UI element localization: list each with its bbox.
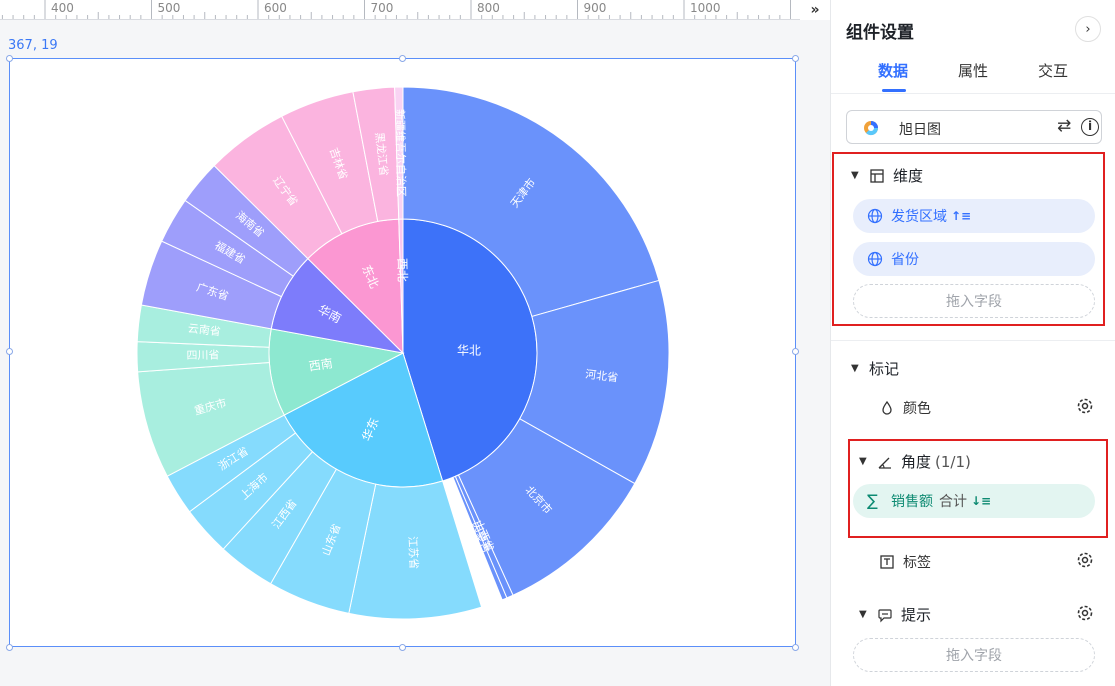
chevron-down-icon: ▼	[859, 609, 867, 620]
dimension-section-header[interactable]: ▼ 维度	[851, 165, 923, 186]
chevron-down-icon: ▼	[851, 170, 859, 181]
gear-icon[interactable]	[1075, 603, 1095, 623]
dimension-field-region[interactable]: 发货区域 ↑≡	[853, 199, 1095, 233]
field-label: 省份	[891, 252, 919, 268]
resize-handle-t[interactable]	[399, 55, 406, 62]
field-label: 发货区域	[891, 209, 947, 225]
ruler-tick-label: 1000	[690, 1, 721, 15]
ruler-tick-label: 500	[158, 1, 181, 15]
resize-handle-tr[interactable]	[792, 55, 799, 62]
resize-handle-tl[interactable]	[6, 55, 13, 62]
ruler-tick-label: 700	[371, 1, 394, 15]
settings-tabs: 数据 属性 交互	[831, 56, 1115, 94]
outer-slice-label: 江苏省	[406, 536, 421, 570]
sunburst-chart-icon	[864, 121, 879, 136]
angle-title: 角度	[901, 453, 932, 471]
expand-panel-icon[interactable]: »	[800, 0, 830, 20]
resize-handle-br[interactable]	[792, 644, 799, 651]
dimension-field-province[interactable]: 省份	[853, 242, 1095, 276]
tab-data[interactable]: 数据	[878, 60, 908, 81]
sort-descending-icon[interactable]: ↓≡	[971, 494, 991, 508]
text-label-icon	[880, 555, 894, 569]
globe-icon	[867, 208, 883, 224]
resize-handle-bl[interactable]	[6, 644, 13, 651]
chevron-down-icon: ▼	[859, 456, 867, 467]
chart-type-select[interactable]: 旭日图 ⇄ i	[846, 110, 1102, 144]
color-label: 颜色	[903, 401, 931, 417]
color-row[interactable]: 颜色	[879, 398, 931, 418]
tooltip-section-header[interactable]: ▼ 提示	[859, 604, 931, 625]
label-row[interactable]: 标签	[879, 552, 931, 572]
dimension-drop-zone[interactable]: 拖入字段	[853, 284, 1095, 318]
globe-icon	[867, 251, 883, 267]
field-label: 销售额	[891, 494, 933, 510]
aggregation-label: 合计	[939, 494, 967, 510]
swap-icon[interactable]: ⇄	[1057, 116, 1071, 136]
tooltip-icon	[878, 608, 892, 622]
resize-handle-r[interactable]	[792, 348, 799, 355]
angle-count: (1/1)	[935, 452, 971, 471]
section-divider	[831, 340, 1115, 341]
marks-title: 标记	[869, 360, 900, 378]
inner-slice-label: 西北	[395, 258, 409, 282]
info-icon[interactable]: i	[1081, 118, 1099, 136]
app-root: 400 500 600 700 800 900 1000 » 367, 19 天津市 河北省北…	[0, 0, 1115, 686]
inner-slice-label: 华北	[457, 344, 481, 358]
label-text: 标签	[903, 555, 931, 571]
outer-slice-label: 新疆维吾尔自治区	[393, 109, 408, 197]
ruler-tick-label: 400	[51, 1, 74, 15]
angle-section-header[interactable]: ▼ 角度 (1/1)	[859, 451, 971, 472]
angle-field-sales[interactable]: ∑ 销售额 合计 ↓≡	[853, 484, 1095, 518]
ruler-tick-label: 900	[584, 1, 607, 15]
component-settings-panel: 组件设置 › 数据 属性 交互 旭日图 ⇄ i ▼ 维度 发货区域 ↑≡ 省份 …	[830, 0, 1115, 686]
droplet-icon	[882, 400, 892, 415]
sunburst-chart[interactable]: 天津市河北省北京市山西省内蒙古江苏省山东省江西省上海市浙江省重庆市四川省云南省广…	[10, 59, 795, 646]
gear-icon[interactable]	[1075, 550, 1095, 570]
ruler-tick-label: 600	[264, 1, 287, 15]
outer-slice-label: 四川省	[186, 349, 219, 362]
tooltip-drop-zone[interactable]: 拖入字段	[853, 638, 1095, 672]
resize-handle-b[interactable]	[399, 644, 406, 651]
gear-icon[interactable]	[1075, 396, 1095, 416]
chart-type-label: 旭日图	[899, 122, 941, 138]
tooltip-title: 提示	[901, 606, 932, 624]
active-tab-indicator	[882, 89, 906, 92]
ruler-tick-label: 800	[477, 1, 500, 15]
marks-section-header[interactable]: ▼ 标记	[851, 358, 899, 379]
position-readout: 367, 19	[8, 38, 58, 53]
sigma-icon: ∑	[867, 491, 878, 510]
tab-properties[interactable]: 属性	[958, 60, 988, 81]
collapse-panel-button[interactable]: ›	[1075, 16, 1101, 42]
dimension-title: 维度	[893, 167, 924, 185]
horizontal-ruler: 400 500 600 700 800 900 1000	[0, 0, 830, 20]
angle-icon	[878, 457, 891, 469]
chart-component-frame[interactable]: 天津市 河北省 北京市 山西省 内蒙古 江苏省 山东省 江西省 上海市 浙江省 重庆市 四川省 云南省广…	[9, 58, 796, 647]
chevron-down-icon: ▼	[851, 363, 859, 374]
resize-handle-l[interactable]	[6, 348, 13, 355]
dimension-icon	[870, 168, 884, 183]
panel-title: 组件设置	[846, 23, 914, 43]
tab-interaction[interactable]: 交互	[1038, 60, 1068, 81]
sort-ascending-icon[interactable]: ↑≡	[951, 209, 971, 223]
